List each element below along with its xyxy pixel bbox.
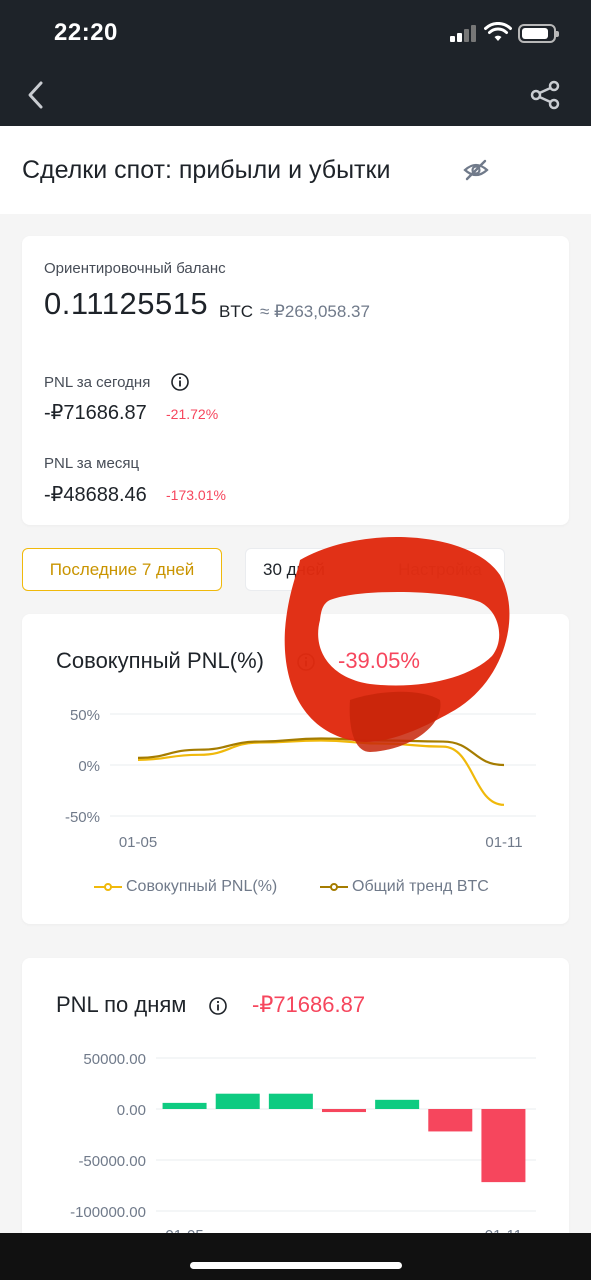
daily-bar bbox=[268, 1093, 313, 1109]
status-time: 22:20 bbox=[54, 19, 118, 46]
tab-last-7-days[interactable]: Последние 7 дней bbox=[22, 548, 222, 591]
daily-bar bbox=[322, 1109, 366, 1113]
home-indicator[interactable] bbox=[190, 1262, 402, 1269]
pnl-today-label: PNL за сегодня bbox=[44, 374, 151, 391]
y-tick-label: -100000.00 bbox=[70, 1204, 146, 1221]
daily-bar bbox=[428, 1109, 473, 1132]
series-line bbox=[137, 737, 505, 767]
share-icon[interactable] bbox=[528, 78, 562, 112]
cellular-signal-icon bbox=[450, 24, 478, 42]
legend-label-btc: Общий тренд BTC bbox=[352, 878, 489, 895]
cumulative-pnl-title: Совокупный PNL(%) bbox=[56, 648, 264, 673]
daily-pnl-card: 50000.000.00-50000.00-100000.0001-0501-1… bbox=[22, 958, 569, 1258]
y-tick-label: 0.00 bbox=[117, 1102, 146, 1119]
daily-bar bbox=[375, 1099, 420, 1109]
cumulative-pnl-value: -39.05% bbox=[338, 648, 420, 673]
hide-balance-icon[interactable] bbox=[462, 156, 490, 184]
y-tick-label: 0% bbox=[78, 758, 100, 775]
y-tick-label: -50000.00 bbox=[78, 1153, 146, 1170]
legend-marker-btc bbox=[320, 882, 348, 892]
cumulative-pnl-card: 50% 0% -50% 01-05 01-11 Совокупный PNL(%) -3… bbox=[22, 614, 569, 924]
daily-pnl-value: -₽71686.87 bbox=[252, 992, 366, 1017]
pnl-today-value: -₽71686.87 bbox=[44, 402, 147, 424]
pnl-month-label: PNL за месяц bbox=[44, 455, 140, 472]
legend-label-pnl: Совокупный PNL(%) bbox=[126, 878, 278, 895]
pnl-today-percent: -21.72% bbox=[166, 406, 219, 422]
wifi-icon bbox=[484, 22, 512, 41]
balance-approx: ≈ ₽263,058.37 bbox=[260, 302, 370, 321]
back-arrow-icon[interactable] bbox=[20, 78, 54, 112]
daily-pnl-info-icon[interactable] bbox=[208, 996, 228, 1016]
tab-30-days[interactable]: 30 дней bbox=[245, 548, 353, 591]
tab-custom[interactable]: Настройка bbox=[375, 548, 505, 591]
x-tick-label: 01-11 bbox=[485, 834, 522, 851]
balance-label: Ориентировочный баланс bbox=[44, 260, 226, 277]
daily-bar bbox=[215, 1093, 260, 1109]
y-tick-label: -50% bbox=[65, 809, 100, 826]
balance-value: 0.11125515 bbox=[44, 286, 209, 321]
balance-unit: BTC bbox=[219, 302, 253, 321]
home-bar bbox=[0, 1233, 591, 1280]
title-bar: Сделки спот: прибыли и убытки bbox=[0, 126, 591, 214]
y-tick-label: 50000.00 bbox=[83, 1051, 146, 1068]
pnl-month-value: -₽48688.46 bbox=[44, 484, 147, 506]
page-title: Сделки спот: прибыли и убытки bbox=[22, 156, 391, 184]
legend-item-pnl[interactable]: Совокупный PNL(%) bbox=[94, 878, 277, 896]
cumulative-pnl-info-icon[interactable] bbox=[296, 652, 316, 672]
pnl-today-info-icon[interactable] bbox=[170, 372, 190, 392]
battery-icon bbox=[518, 24, 559, 43]
nav-bar bbox=[0, 64, 591, 126]
balance-card: Ориентировочный баланс 0.11125515 BTC ≈ … bbox=[22, 236, 569, 525]
daily-bar bbox=[481, 1109, 526, 1183]
y-tick-label: 50% bbox=[70, 707, 100, 724]
legend-item-btc[interactable]: Общий тренд BTC bbox=[320, 878, 489, 896]
daily-bar bbox=[162, 1102, 207, 1109]
pnl-month-percent: -173.01% bbox=[166, 487, 226, 503]
x-tick-label: 01-05 bbox=[119, 834, 157, 851]
status-bar: 22:20 bbox=[0, 0, 591, 64]
daily-pnl-title: PNL по дням bbox=[56, 992, 187, 1017]
legend-marker-pnl bbox=[94, 882, 122, 892]
